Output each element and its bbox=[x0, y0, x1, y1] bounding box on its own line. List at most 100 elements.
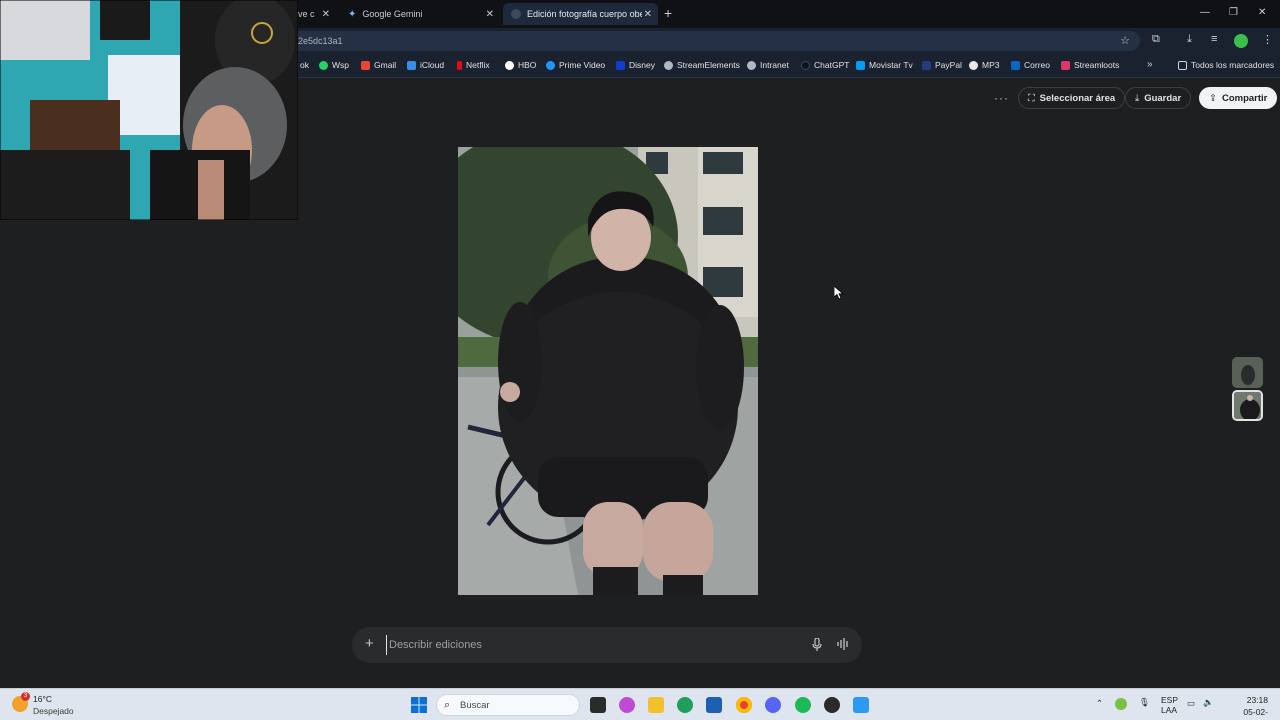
close-icon[interactable]: ✕ bbox=[486, 9, 494, 20]
icloud-icon bbox=[407, 60, 416, 70]
weather-condition[interactable]: Despejado bbox=[33, 706, 74, 716]
store-icon[interactable] bbox=[706, 697, 722, 713]
file-explorer-icon[interactable] bbox=[648, 697, 664, 713]
temperature[interactable]: 16°C bbox=[33, 694, 52, 704]
button-label: Seleccionar área bbox=[1039, 92, 1116, 104]
star-icon[interactable]: ☆ bbox=[1120, 34, 1130, 47]
bookmark-label: Netflix bbox=[466, 60, 490, 70]
all-bookmarks[interactable]: Todos los marcadores bbox=[1178, 60, 1274, 70]
minimize-icon[interactable]: — bbox=[1200, 7, 1210, 18]
share-icon: ⇪ bbox=[1209, 92, 1217, 104]
bookmark-hbo[interactable]: HBO bbox=[505, 60, 536, 70]
tray-app-icon[interactable] bbox=[1115, 698, 1127, 710]
live-audio-icon[interactable] bbox=[836, 637, 850, 651]
close-icon[interactable]: ✕ bbox=[644, 9, 652, 20]
describe-edits-input[interactable] bbox=[386, 635, 786, 655]
media-icon[interactable]: ≡ bbox=[1211, 33, 1217, 45]
screen: ive c ✕ ✦ Google Gemini ✕ Edición fotogr… bbox=[0, 0, 1280, 720]
bookmark-gmail[interactable]: Gmail bbox=[361, 60, 396, 70]
bookmark-icloud[interactable]: iCloud bbox=[407, 60, 444, 70]
app-icon[interactable] bbox=[853, 697, 869, 713]
whatsapp-icon bbox=[319, 60, 328, 70]
tab-edicion-fotografia[interactable]: Edición fotografía cuerpo obes ✕ bbox=[503, 3, 658, 25]
add-icon[interactable]: + bbox=[365, 635, 374, 652]
search-icon: ⌕ bbox=[444, 699, 451, 711]
menu-icon[interactable]: ⋮ bbox=[1262, 33, 1273, 46]
bookmark-label: ChatGPT bbox=[814, 60, 850, 70]
bookmark-disney[interactable]: Disney bbox=[616, 60, 655, 70]
more-options-icon[interactable]: ··· bbox=[994, 91, 1009, 105]
address-bar[interactable]: 2e5dc13a1 ☆ bbox=[290, 31, 1140, 51]
edited-photo[interactable] bbox=[458, 147, 758, 595]
button-label: Compartir bbox=[1221, 92, 1268, 104]
bookmark-streamloots[interactable]: Streamloots bbox=[1061, 60, 1119, 70]
close-icon[interactable]: ✕ bbox=[322, 9, 330, 20]
close-window-icon[interactable]: ✕ bbox=[1258, 7, 1266, 18]
microphone-tray-icon[interactable]: 🎙 bbox=[1139, 697, 1150, 708]
tab-label: Edición fotografía cuerpo obes bbox=[527, 9, 642, 19]
thumbnail-original[interactable] bbox=[1232, 357, 1263, 388]
download-icon[interactable]: ⤓ bbox=[1187, 33, 1192, 46]
button-label: Guardar bbox=[1144, 92, 1182, 104]
mp3-icon bbox=[969, 60, 978, 70]
gmail-icon bbox=[361, 60, 370, 70]
download-icon: ⤓ bbox=[1135, 92, 1140, 104]
bookmark-chatgpt[interactable]: ChatGPT bbox=[801, 60, 849, 70]
edge-icon[interactable] bbox=[677, 697, 693, 713]
chatgpt-icon bbox=[801, 60, 810, 70]
bookmark-movistar[interactable]: Movistar Tv bbox=[856, 60, 913, 70]
bookmark-intranet[interactable]: Intranet bbox=[747, 60, 789, 70]
select-area-icon: ⛶ bbox=[1028, 92, 1035, 104]
thumbnail-edited[interactable] bbox=[1232, 390, 1263, 421]
url-text: 2e5dc13a1 bbox=[298, 36, 343, 46]
hbo-icon bbox=[505, 60, 514, 70]
profile-avatar[interactable] bbox=[1234, 34, 1248, 48]
bookmark-label: Intranet bbox=[760, 60, 789, 70]
tab-prev[interactable]: ive c ✕ bbox=[296, 3, 336, 25]
discord-icon[interactable] bbox=[765, 697, 781, 713]
bookmark-streamelements[interactable]: StreamElements bbox=[664, 60, 740, 70]
tab-label: ive c bbox=[296, 9, 315, 19]
prime-video-icon bbox=[546, 60, 555, 70]
bookmark-label: ok bbox=[300, 60, 309, 70]
windows-start-icon[interactable] bbox=[411, 697, 427, 713]
spotify-icon[interactable] bbox=[795, 697, 811, 713]
chevron-more-icon[interactable]: » bbox=[1147, 59, 1153, 70]
bookmark[interactable]: ok bbox=[300, 60, 309, 70]
extensions-icon[interactable]: ⧉ bbox=[1152, 33, 1160, 46]
restore-icon[interactable]: ❐ bbox=[1229, 7, 1238, 18]
bookmark-wsp[interactable]: Wsp bbox=[319, 60, 349, 70]
network-icon[interactable]: ▭ bbox=[1187, 698, 1195, 709]
gemini-icon bbox=[511, 9, 521, 19]
select-area-button[interactable]: ⛶ Seleccionar área bbox=[1018, 87, 1126, 109]
tab-label: Google Gemini bbox=[362, 9, 423, 19]
bookmark-correo[interactable]: Correo bbox=[1011, 60, 1050, 70]
microphone-icon[interactable] bbox=[812, 638, 822, 651]
bookmark-netflix[interactable]: Netflix bbox=[457, 60, 490, 70]
language-indicator[interactable]: ESP LAA bbox=[1161, 695, 1178, 715]
chevron-up-icon[interactable]: ⌃ bbox=[1096, 698, 1103, 709]
taskbar-search[interactable]: ⌕ Buscar bbox=[436, 694, 580, 716]
netflix-icon bbox=[457, 60, 462, 70]
bookmark-label: MP3 bbox=[982, 60, 1000, 70]
share-button[interactable]: ⇪ Compartir bbox=[1199, 87, 1278, 109]
edit-prompt-bar: + bbox=[352, 627, 862, 663]
bookmark-mp3[interactable]: MP3 bbox=[969, 60, 999, 70]
streamelements-icon bbox=[664, 60, 673, 70]
bookmark-label: HBO bbox=[518, 60, 537, 70]
bookmark-prime-video[interactable]: Prime Video bbox=[546, 60, 605, 70]
bookmark-paypal[interactable]: PayPal bbox=[922, 60, 962, 70]
copilot-icon[interactable] bbox=[619, 697, 635, 713]
globe-icon bbox=[747, 60, 756, 70]
tab-google-gemini[interactable]: ✦ Google Gemini ✕ bbox=[340, 3, 500, 25]
save-button[interactable]: ⤓ Guardar bbox=[1125, 87, 1192, 109]
keyboard-layout: LAA bbox=[1161, 705, 1178, 715]
new-tab-button[interactable]: + bbox=[664, 6, 672, 20]
task-view-icon[interactable] bbox=[590, 697, 606, 713]
obs-icon[interactable] bbox=[824, 697, 840, 713]
chrome-icon[interactable] bbox=[736, 697, 752, 713]
clock[interactable]: 23:18 05-02-2026 bbox=[1226, 694, 1268, 720]
time: 23:18 bbox=[1246, 695, 1268, 705]
search-label: Buscar bbox=[460, 700, 490, 711]
volume-icon[interactable]: 🔈 bbox=[1203, 697, 1214, 708]
